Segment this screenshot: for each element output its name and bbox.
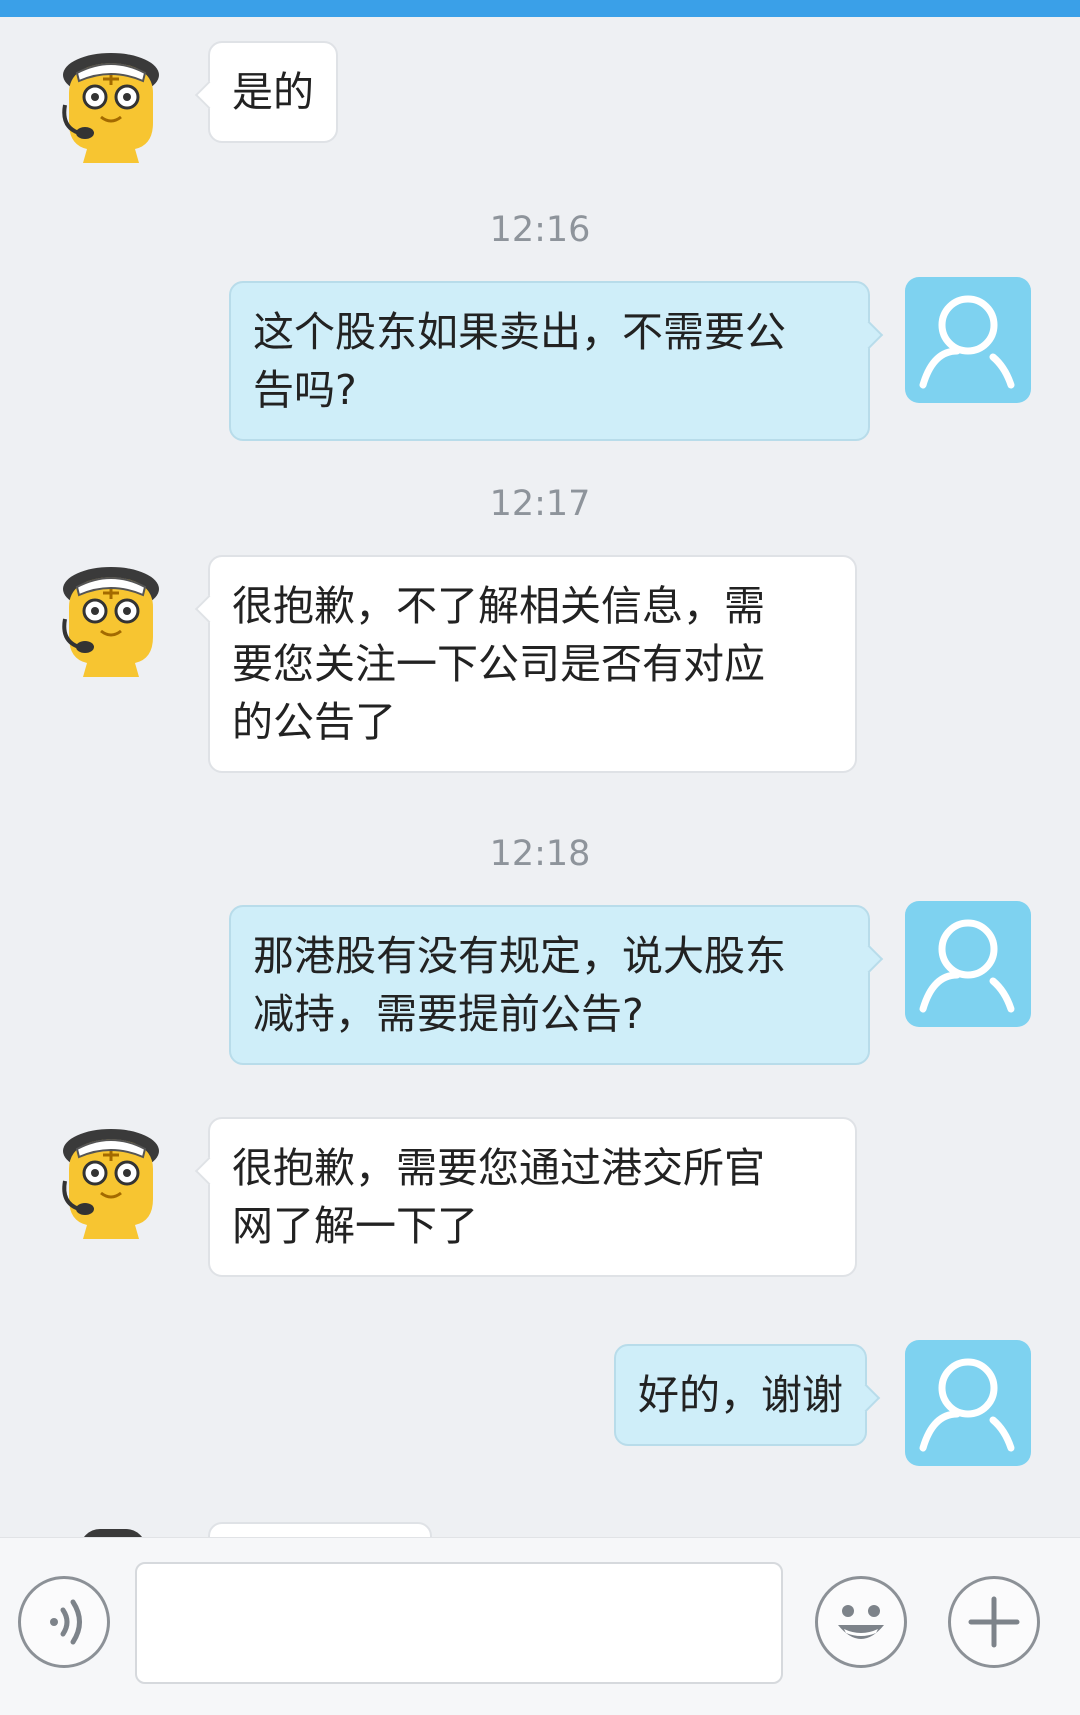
more-actions-button[interactable] xyxy=(948,1576,1040,1668)
user-message-bubble[interactable]: 那港股有没有规定，说大股东 减持，需要提前公告? xyxy=(229,905,884,1065)
message-line: 很抱歉，不了解相关信息，需 xyxy=(232,582,765,630)
bot-message-bubble[interactable]: 是的 xyxy=(194,41,338,143)
message-line: 好的，谢谢 xyxy=(638,1371,843,1419)
message-line: 网了解一下了 xyxy=(232,1202,478,1250)
user-message-bubble[interactable]: 这个股东如果卖出，不需要公 告吗? xyxy=(229,281,884,441)
user-avatar[interactable] xyxy=(905,901,1031,1027)
tiger-mascot-icon xyxy=(62,567,159,677)
bot-message-bubble-partial xyxy=(208,1522,432,1537)
message-timestamp: 12:17 xyxy=(489,484,591,524)
message-line: 这个股东如果卖出，不需要公 xyxy=(253,308,786,356)
user-profile-icon xyxy=(919,1358,1015,1452)
plus-icon xyxy=(968,1596,1020,1648)
user-avatar[interactable] xyxy=(905,277,1031,403)
tiger-mascot-icon xyxy=(62,1129,159,1239)
message-input[interactable] xyxy=(135,1562,783,1684)
message-input-bar xyxy=(0,1537,1080,1715)
bot-message-bubble[interactable]: 很抱歉，需要您通过港交所官 网了解一下了 xyxy=(194,1117,857,1277)
voice-button[interactable] xyxy=(18,1576,110,1668)
message-line: 告吗? xyxy=(253,366,357,414)
message-line: 那港股有没有规定，说大股东 xyxy=(253,932,786,980)
message-line: 的公告了 xyxy=(232,698,396,746)
user-profile-icon xyxy=(919,295,1015,389)
message-line: 要您关注一下公司是否有对应 xyxy=(232,640,765,688)
bot-avatar[interactable] xyxy=(55,1121,167,1239)
status-bar-accent xyxy=(0,0,1080,17)
emoji-button[interactable] xyxy=(815,1576,907,1668)
bot-message-bubble[interactable]: 很抱歉，不了解相关信息，需 要您关注一下公司是否有对应 的公告了 xyxy=(194,555,857,773)
message-line: 减持，需要提前公告? xyxy=(253,990,644,1038)
user-message-bubble[interactable]: 好的，谢谢 xyxy=(614,1344,881,1446)
bot-avatar[interactable] xyxy=(55,45,167,163)
user-profile-icon xyxy=(919,919,1015,1013)
user-avatar[interactable] xyxy=(905,1340,1031,1466)
tiger-mascot-icon xyxy=(62,53,159,163)
message-line: 很抱歉，需要您通过港交所官 xyxy=(232,1144,765,1192)
emoji-icon xyxy=(838,1605,884,1639)
message-timestamp: 12:18 xyxy=(489,834,591,874)
bot-avatar-partial xyxy=(80,1529,146,1537)
voice-icon xyxy=(50,1599,82,1645)
bot-avatar[interactable] xyxy=(55,559,167,677)
message-line: 是的 xyxy=(232,68,314,116)
message-timestamp: 12:16 xyxy=(489,210,591,250)
chat-message-list[interactable]: 是的 12:16 这个股东如果卖出，不需要公 告吗? 12:17 很抱歉，不了解… xyxy=(0,17,1080,1537)
